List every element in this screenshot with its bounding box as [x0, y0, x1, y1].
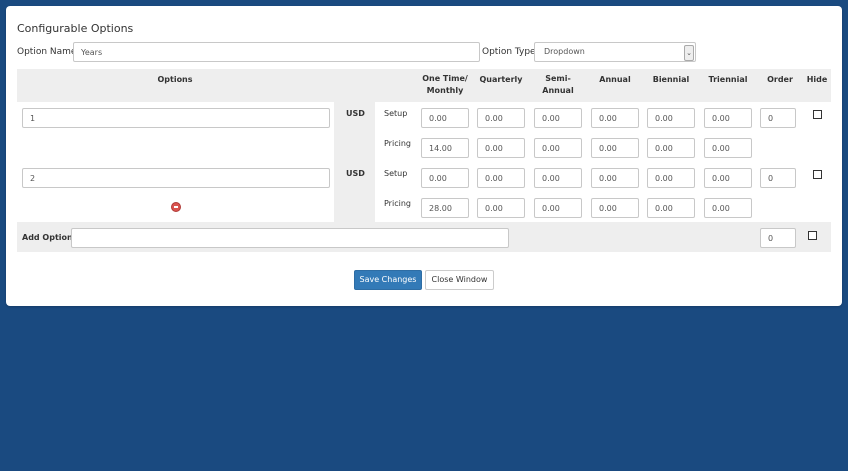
setup-monthly-input[interactable] [421, 168, 469, 188]
header-triennial: Triennial [708, 75, 748, 84]
pricing-triennial-input[interactable] [704, 138, 752, 158]
panel-title: Configurable Options [17, 22, 134, 35]
header-one-time-monthly: One Time/ Monthly [422, 74, 468, 95]
setup-annual-input[interactable] [591, 108, 639, 128]
header-order: Order [767, 75, 793, 84]
setup-triennial-input[interactable] [704, 168, 752, 188]
close-window-button[interactable]: Close Window [425, 270, 494, 290]
table-header: Options One Time/ Monthly Quarterly Semi… [17, 69, 831, 102]
currency-label: USD [346, 109, 365, 118]
setup-annual-input[interactable] [591, 168, 639, 188]
option-row: USD Setup Pricing [17, 102, 831, 162]
pricing-annual-input[interactable] [591, 198, 639, 218]
option-name-field[interactable] [22, 168, 330, 188]
option-row: USD Setup Pricing [17, 162, 831, 222]
setup-quarterly-input[interactable] [477, 108, 525, 128]
add-option-input[interactable] [71, 228, 509, 248]
option-type-select[interactable]: Dropdown ⌄ [534, 42, 696, 62]
pricing-semiannual-input[interactable] [534, 198, 582, 218]
currency-cell: USD [334, 102, 375, 162]
pricing-semiannual-input[interactable] [534, 138, 582, 158]
header-quarterly: Quarterly [479, 75, 523, 84]
hide-checkbox[interactable] [813, 110, 822, 119]
configurable-options-panel: Configurable Options Option Name: Option… [6, 6, 842, 306]
chevron-down-icon: ⌄ [684, 45, 694, 61]
pricing-biennial-input[interactable] [647, 198, 695, 218]
option-name-label: Option Name: [17, 47, 80, 57]
header-annual: Annual [599, 75, 631, 84]
pricing-quarterly-input[interactable] [477, 198, 525, 218]
add-option-row: Add Option: [17, 222, 831, 252]
setup-quarterly-input[interactable] [477, 168, 525, 188]
option-name-input[interactable] [73, 42, 480, 62]
pricing-label: Pricing [384, 199, 411, 208]
order-input[interactable] [760, 168, 796, 188]
setup-label: Setup [384, 109, 408, 118]
save-changes-button[interactable]: Save Changes [354, 270, 422, 290]
setup-semiannual-input[interactable] [534, 168, 582, 188]
pricing-quarterly-input[interactable] [477, 138, 525, 158]
setup-label: Setup [384, 169, 408, 178]
setup-monthly-input[interactable] [421, 108, 469, 128]
option-type-value: Dropdown [544, 47, 585, 56]
currency-cell: USD [334, 162, 375, 222]
delete-option-icon[interactable] [171, 202, 181, 212]
pricing-annual-input[interactable] [591, 138, 639, 158]
setup-triennial-input[interactable] [704, 108, 752, 128]
pricing-monthly-input[interactable] [421, 138, 469, 158]
add-option-label: Add Option: [22, 233, 76, 242]
header-hide: Hide [806, 75, 828, 84]
option-type-label: Option Type: [482, 47, 539, 57]
order-input[interactable] [760, 108, 796, 128]
add-order-input[interactable] [760, 228, 796, 248]
pricing-biennial-input[interactable] [647, 138, 695, 158]
setup-biennial-input[interactable] [647, 108, 695, 128]
currency-label: USD [346, 169, 365, 178]
setup-semiannual-input[interactable] [534, 108, 582, 128]
header-biennial: Biennial [652, 75, 690, 84]
hide-checkbox[interactable] [813, 170, 822, 179]
setup-biennial-input[interactable] [647, 168, 695, 188]
header-options: Options [157, 75, 193, 84]
add-hide-checkbox[interactable] [808, 231, 817, 240]
pricing-triennial-input[interactable] [704, 198, 752, 218]
pricing-label: Pricing [384, 139, 411, 148]
option-name-field[interactable] [22, 108, 330, 128]
header-semi-annual: Semi- Annual [542, 74, 574, 95]
pricing-monthly-input[interactable] [421, 198, 469, 218]
